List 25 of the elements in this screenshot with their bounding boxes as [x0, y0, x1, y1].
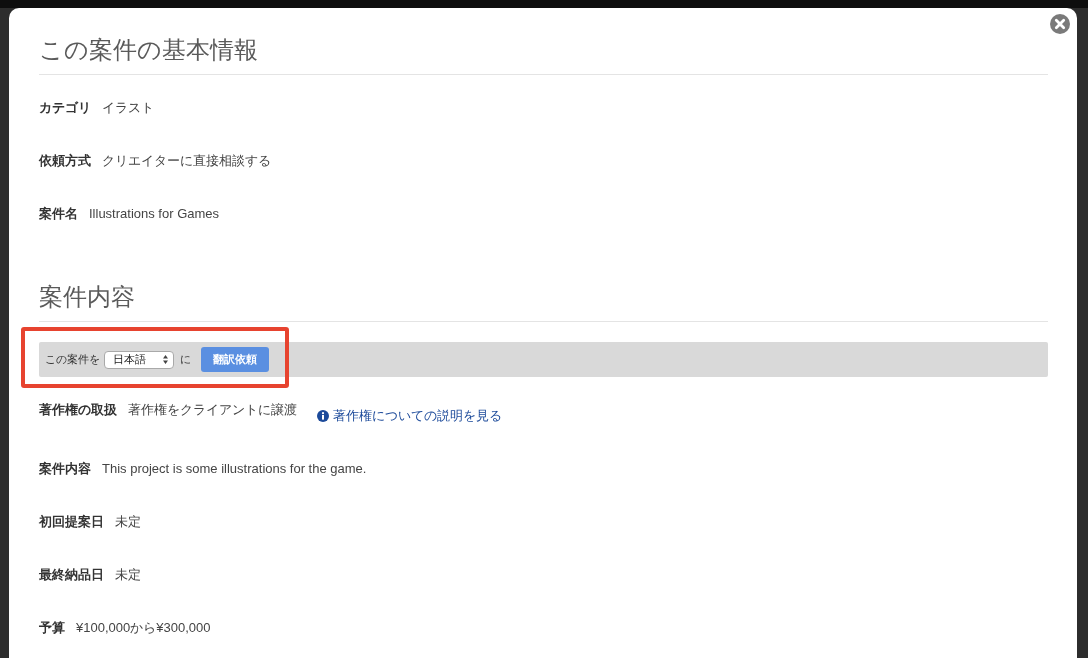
field-value: This project is some illustrations for the game. [102, 459, 367, 478]
field-value: 未定 [115, 565, 141, 584]
field-label: 予算 [39, 618, 65, 637]
translation-prefix: この案件を [45, 352, 100, 367]
section-heading: 案件内容 [39, 282, 135, 312]
field-label: 案件内容 [39, 459, 91, 478]
translation-suffix: に [180, 352, 191, 367]
field-value: イラスト [102, 98, 154, 117]
close-icon[interactable] [1050, 14, 1070, 34]
info-link[interactable]: 著作権についての説明を見る [317, 407, 502, 425]
field-label: 最終納品日 [39, 565, 104, 584]
field-label: カテゴリ [39, 98, 91, 117]
field-label: 案件名 [39, 204, 78, 223]
field-label: 著作権の取扱 [39, 401, 117, 419]
field-value: Illustrations for Games [89, 204, 220, 223]
info-icon [317, 410, 329, 422]
field-value: ¥100,000から¥300,000 [76, 618, 211, 637]
language-select[interactable]: 日本語 [104, 350, 174, 369]
field-value: 未定 [115, 512, 141, 531]
field-value: クリエイターに直接相談する [102, 151, 271, 170]
field-value: 著作権をクライアントに譲渡 [128, 401, 297, 419]
section-heading: この案件の基本情報 [39, 35, 258, 65]
updown-arrows-icon [163, 355, 168, 364]
field-label: 初回提案日 [39, 512, 104, 531]
field-label: 依頼方式 [39, 151, 91, 170]
